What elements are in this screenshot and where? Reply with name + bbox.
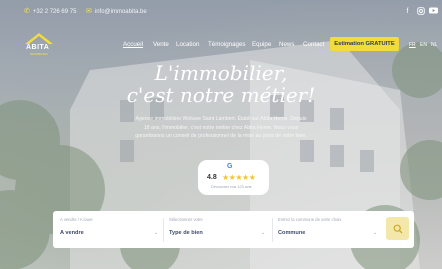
google-icon: G [227, 163, 233, 170]
top-bar: ✆ +32 2 726 69 75 ✉ info@immoabita.be f [0, 0, 442, 24]
free-estimate-button[interactable]: Estimation GRATUITE [330, 37, 399, 51]
mail-icon: ✉ [86, 8, 92, 15]
nav-item-temoignages[interactable]: Témoignages [208, 41, 246, 48]
rating-score: 4.8 [207, 174, 217, 181]
commune-value: Commune [278, 230, 306, 236]
chevron-down-icon: ⌄ [373, 230, 378, 236]
chevron-down-icon: ⌄ [154, 230, 159, 236]
transaction-value: A vendre [60, 230, 84, 236]
hero-headline-line2: c'est notre métier! [126, 83, 316, 107]
language-nl[interactable]: NL [431, 42, 437, 48]
youtube-icon[interactable] [429, 7, 438, 16]
nav-item-accueil[interactable]: Accueil [123, 41, 143, 48]
property-type-select[interactable]: Sélectionner votre Type de bien ⌄ [169, 217, 267, 243]
search-icon [393, 224, 402, 233]
nav-item-location[interactable]: Location [176, 41, 199, 48]
property-type-label: Sélectionner votre [169, 217, 203, 222]
language-en[interactable]: EN [420, 42, 427, 48]
email-link[interactable]: ✉ info@immoabita.be [86, 8, 147, 15]
commune-label: Entrez la commune de votre choix [278, 217, 342, 222]
nav-item-contact[interactable]: Contact [303, 41, 324, 48]
property-type-value: Type de bien [169, 230, 203, 236]
phone-link[interactable]: ✆ +32 2 726 69 75 [24, 8, 76, 15]
commune-select[interactable]: Entrez la commune de votre choix Commune… [278, 217, 378, 243]
transaction-select[interactable]: A vendre / A louer A vendre ⌄ [60, 217, 160, 243]
field-divider [163, 218, 164, 242]
language-fr[interactable]: FR [409, 42, 416, 48]
chevron-down-icon: ⌄ [261, 230, 266, 236]
logo-name: ABITA [26, 44, 50, 51]
instagram-icon[interactable] [416, 7, 425, 16]
phone-number: +32 2 726 69 75 [32, 8, 77, 15]
google-rating-badge[interactable]: G 4.8 ★★★★★ Découvrez nos 123 avis [198, 160, 269, 195]
nav-item-vente[interactable]: Vente [153, 41, 169, 48]
reviews-link[interactable]: Découvrez nos 123 avis [211, 185, 252, 189]
property-search-bar: A vendre / A louer A vendre ⌄ Sélectionn… [53, 211, 414, 248]
phone-icon: ✆ [24, 8, 30, 15]
nav-item-equipe[interactable]: Equipe [252, 41, 271, 48]
page: ✆ +32 2 726 69 75 ✉ info@immoabita.be f … [0, 0, 442, 269]
logo-tagline: IMMOBILIER [30, 52, 48, 56]
search-button[interactable] [386, 217, 409, 240]
email-address: info@immoabita.be [94, 8, 147, 15]
hero-headline-line1: L'immobilier, [154, 61, 288, 85]
hero-description: Agence immobilière Woluwe Saint Lambert.… [135, 116, 307, 140]
facebook-icon[interactable]: f [403, 7, 412, 16]
nav-item-news[interactable]: News [279, 41, 294, 48]
field-divider [272, 218, 273, 242]
rating-stars-icon: ★★★★★ [222, 173, 256, 182]
transaction-label: A vendre / A louer [60, 217, 93, 222]
